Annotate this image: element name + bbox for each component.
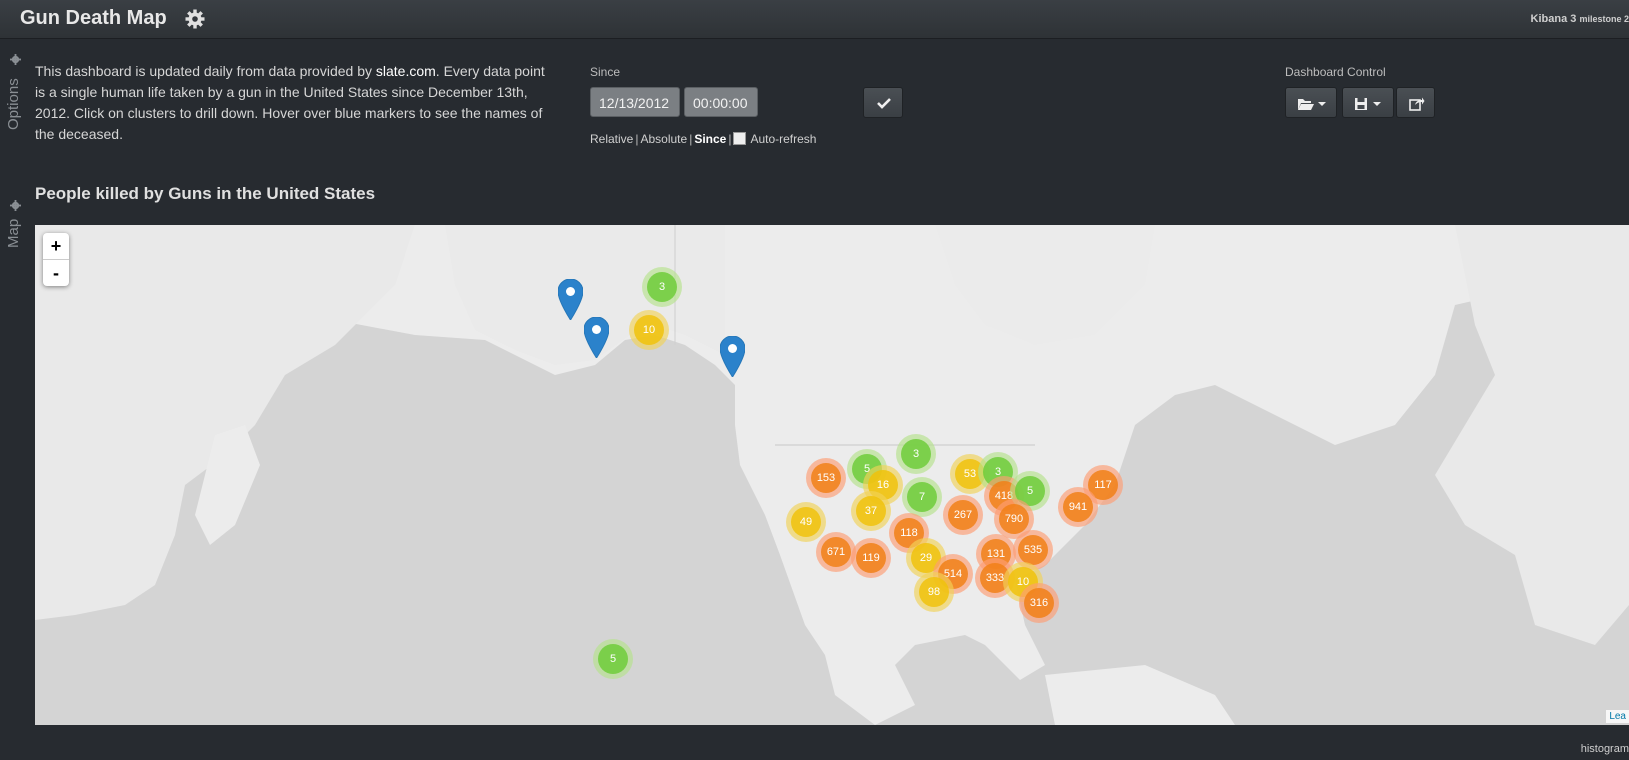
cluster-count: 10 — [634, 315, 664, 345]
cluster-count: 671 — [821, 537, 851, 567]
auto-refresh-checkbox[interactable] — [733, 132, 747, 145]
open-folder-icon — [1298, 99, 1326, 110]
load-dashboard-button[interactable] — [1285, 87, 1337, 118]
apply-time-button[interactable] — [863, 87, 903, 118]
cluster-count: 790 — [999, 504, 1029, 534]
since-label: Since — [590, 65, 621, 79]
navbar: Gun Death Map Kibana 3 milestone 2 — [0, 0, 1629, 39]
map-cluster[interactable]: 49 — [786, 502, 826, 542]
time-input[interactable]: 00:00:00 — [684, 87, 758, 117]
cluster-count: 153 — [811, 463, 841, 493]
map-marker-icon[interactable] — [558, 279, 583, 320]
gear-icon[interactable] — [10, 54, 21, 65]
gear-icon[interactable] — [10, 200, 21, 211]
dashboard-control-label: Dashboard Control — [1285, 65, 1386, 79]
kibana-version[interactable]: Kibana 3 milestone 2 — [1531, 13, 1629, 25]
side-tab-map[interactable]: Map — [0, 195, 28, 250]
zoom-control: + - — [43, 233, 69, 286]
cluster-count: 316 — [1024, 588, 1054, 618]
mode-absolute[interactable]: Absolute — [640, 132, 687, 146]
gear-icon[interactable] — [185, 9, 205, 29]
kibana-name: Kibana 3 — [1530, 13, 1577, 25]
dashboard-description: This dashboard is updated daily from dat… — [35, 61, 545, 145]
cluster-count: 5 — [598, 644, 628, 674]
map-marker-icon[interactable] — [584, 317, 609, 358]
save-dashboard-button[interactable] — [1342, 87, 1394, 118]
mode-since[interactable]: Since — [694, 132, 726, 146]
share-icon — [1409, 97, 1425, 111]
histogram-panel-title: histogram — [1580, 743, 1629, 755]
time-mode-selector: Relative | Absolute | Since | Auto-refresh — [590, 132, 817, 146]
map-panel[interactable]: + - 3 10 3 5 153 16 53 3 7 418 5 117 37 … — [35, 225, 1629, 725]
zoom-in-button[interactable]: + — [43, 233, 69, 260]
map-cluster[interactable]: 671 — [816, 532, 856, 572]
auto-refresh-label: Auto-refresh — [750, 132, 817, 146]
description-text: This dashboard is updated daily from dat… — [35, 63, 376, 79]
cluster-count: 7 — [907, 482, 937, 512]
cluster-count: 941 — [1063, 492, 1093, 522]
cluster-count: 267 — [948, 500, 978, 530]
side-tab-map-label: Map — [5, 218, 22, 248]
side-tab-options-label: Options — [5, 78, 22, 130]
map-marker-icon[interactable] — [720, 336, 745, 377]
map-cluster[interactable]: 7 — [902, 477, 942, 517]
cluster-count: 98 — [919, 577, 949, 607]
map-attribution-link[interactable]: Lea — [1606, 710, 1629, 723]
map-cluster[interactable]: 119 — [851, 538, 891, 578]
map-cluster[interactable]: 941 — [1058, 487, 1098, 527]
share-dashboard-button[interactable] — [1396, 87, 1435, 118]
date-input[interactable]: 12/13/2012 — [590, 87, 680, 117]
checkmark-icon — [877, 98, 891, 109]
cluster-count: 37 — [856, 496, 886, 526]
map-cluster[interactable]: 316 — [1019, 583, 1059, 623]
cluster-count: 119 — [856, 543, 886, 573]
mode-relative[interactable]: Relative — [590, 132, 633, 146]
side-tab-options[interactable]: Options — [0, 50, 28, 135]
cluster-count: 535 — [1018, 535, 1048, 565]
map-cluster[interactable]: 98 — [914, 572, 954, 612]
cluster-count: 3 — [647, 272, 677, 302]
cluster-count: 3 — [901, 439, 931, 469]
map-cluster[interactable]: 153 — [806, 458, 846, 498]
kibana-milestone: milestone 2 — [1579, 14, 1629, 24]
panel-title: People killed by Guns in the United Stat… — [35, 184, 376, 203]
zoom-out-button[interactable]: - — [43, 260, 69, 286]
map-cluster[interactable]: 3 — [896, 434, 936, 474]
cluster-count: 49 — [791, 507, 821, 537]
map-cluster[interactable]: 267 — [943, 495, 983, 535]
map-cluster[interactable]: 5 — [593, 639, 633, 679]
map-cluster[interactable]: 10 — [629, 310, 669, 350]
save-icon — [1355, 98, 1381, 110]
dashboard-title[interactable]: Gun Death Map — [20, 7, 167, 30]
map-cluster[interactable]: 37 — [851, 491, 891, 531]
map-cluster[interactable]: 3 — [642, 267, 682, 307]
slate-link[interactable]: slate.com — [376, 63, 436, 79]
